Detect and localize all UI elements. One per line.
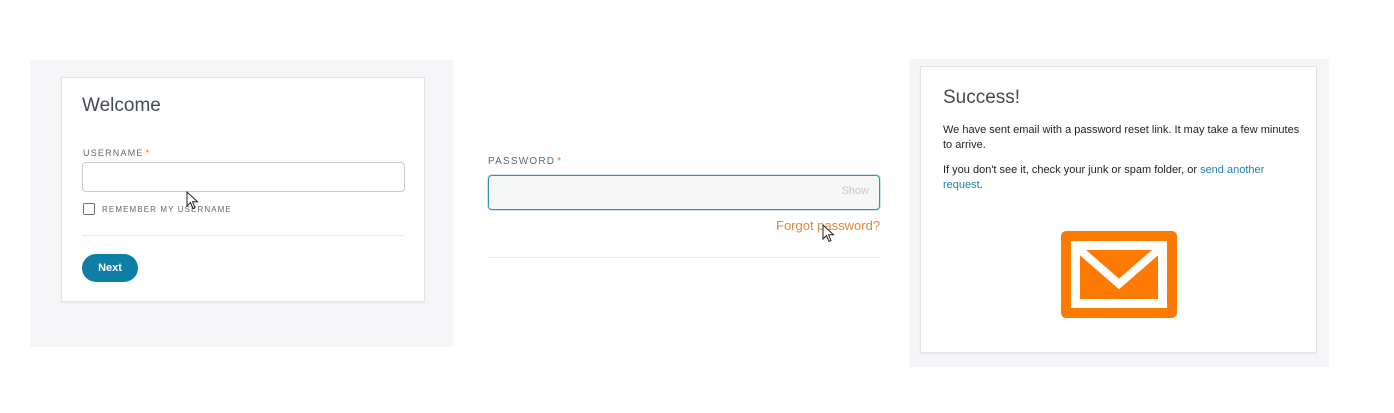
password-input[interactable]: Show (488, 175, 880, 210)
password-label: PASSWORD * (488, 156, 562, 167)
username-label: USERNAME * (83, 148, 150, 158)
show-password-toggle[interactable]: Show (841, 185, 869, 197)
welcome-title: Welcome (82, 95, 161, 116)
username-label-text: USERNAME (83, 148, 144, 158)
password-divider (488, 257, 880, 258)
login-divider (82, 235, 404, 236)
remember-username-checkbox[interactable] (83, 203, 95, 215)
junk-folder-message: If you don't see it, check your junk or … (943, 163, 1303, 192)
required-asterisk: * (145, 148, 151, 158)
remember-username-label[interactable]: REMEMBER MY USERNAME (102, 205, 232, 214)
envelope-icon (1061, 231, 1177, 318)
username-input[interactable] (82, 162, 405, 192)
message-period: . (979, 178, 983, 191)
success-card: Success! We have sent email with a passw… (920, 66, 1317, 353)
reset-email-message: We have sent email with a password reset… (943, 124, 1300, 151)
required-asterisk: * (557, 156, 563, 167)
junk-folder-text: If you don't see it, check your junk or … (943, 164, 1201, 176)
mouse-cursor-icon (186, 191, 199, 210)
next-button[interactable]: Next (82, 254, 138, 282)
password-label-text: PASSWORD (488, 156, 556, 167)
login-card: Welcome USERNAME * REMEMBER MY USERNAME N… (61, 77, 425, 302)
mouse-cursor-icon (822, 224, 835, 243)
success-title: Success! (943, 87, 1021, 108)
